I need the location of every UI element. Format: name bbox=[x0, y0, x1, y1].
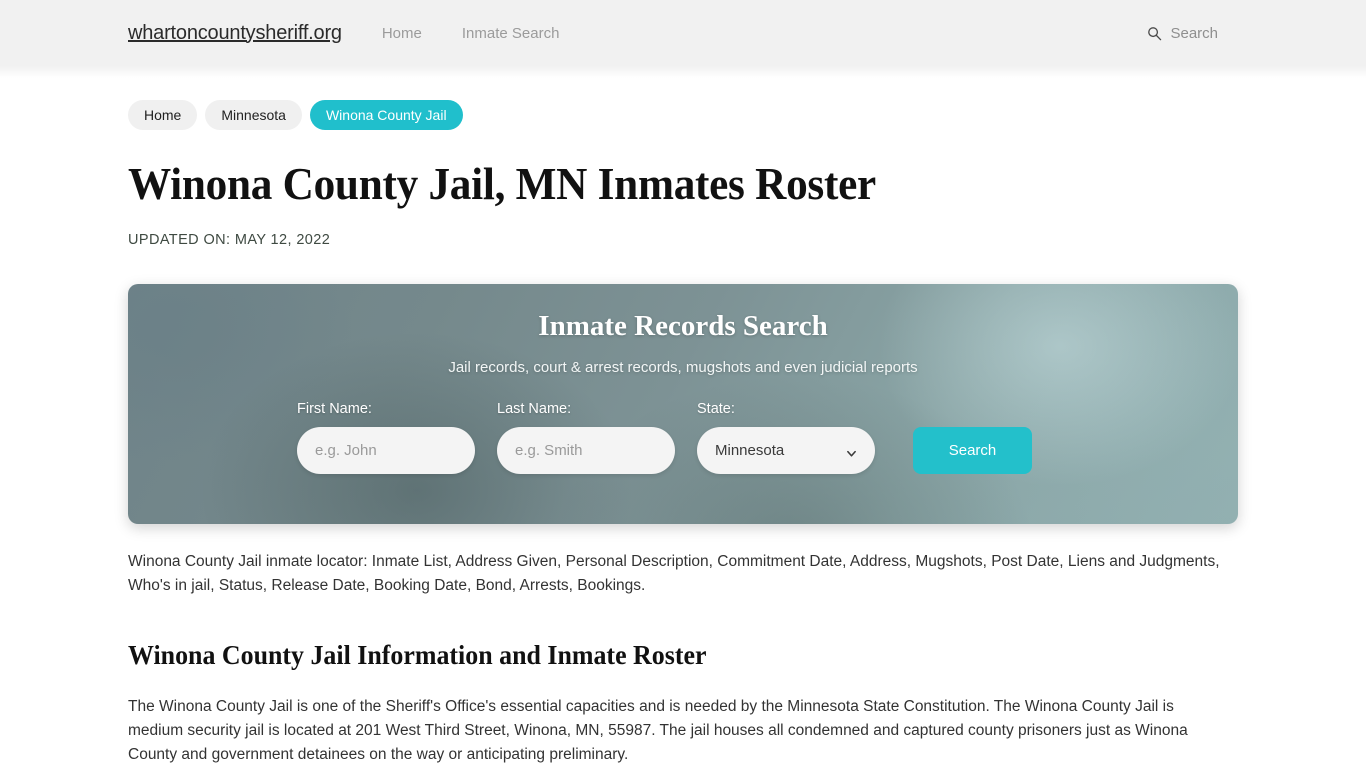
page-title: Winona County Jail, MN Inmates Roster bbox=[128, 158, 876, 209]
breadcrumb: Home Minnesota Winona County Jail bbox=[128, 66, 1238, 130]
breadcrumb-item-winona-county-jail[interactable]: Winona County Jail bbox=[309, 100, 463, 130]
header-search[interactable]: Search bbox=[1146, 25, 1238, 42]
site-header: whartoncountysheriff.org Home Inmate Sea… bbox=[0, 0, 1366, 78]
updated-on-label: UPDATED ON: MAY 12, 2022 bbox=[128, 231, 331, 248]
section-title-jail-information: Winona County Jail Information and Inmat… bbox=[128, 639, 707, 670]
state-select[interactable]: Minnesota bbox=[697, 426, 875, 474]
panel-subtitle: Jail records, court & arrest records, mu… bbox=[448, 358, 918, 376]
first-name-field-group: First Name: bbox=[297, 401, 475, 474]
inmate-search-form: First Name: Last Name: State: Minnesota bbox=[128, 376, 1238, 474]
state-field-group: State: Minnesota bbox=[697, 401, 875, 474]
state-label: State: bbox=[697, 400, 735, 417]
inmate-locator-text: Winona County Jail inmate locator: Inmat… bbox=[128, 552, 1220, 594]
first-name-input[interactable] bbox=[297, 426, 475, 474]
last-name-input[interactable] bbox=[497, 426, 675, 474]
primary-nav: Home Inmate Search bbox=[382, 25, 560, 42]
panel-title: Inmate Records Search bbox=[538, 309, 828, 342]
header-search-label: Search bbox=[1170, 24, 1218, 42]
first-name-label: First Name: bbox=[297, 400, 372, 417]
state-select-wrap: Minnesota bbox=[697, 426, 875, 474]
search-icon bbox=[1146, 25, 1162, 41]
last-name-label: Last Name: bbox=[497, 400, 572, 417]
search-submit-button[interactable]: Search bbox=[913, 426, 1032, 474]
last-name-field-group: Last Name: bbox=[497, 401, 675, 474]
breadcrumb-item-home[interactable]: Home bbox=[128, 100, 198, 130]
inmate-records-search-panel: Inmate Records Search Jail records, cour… bbox=[128, 283, 1238, 524]
breadcrumb-item-minnesota[interactable]: Minnesota bbox=[205, 100, 302, 130]
jail-information-body: The Winona County Jail is one of the She… bbox=[128, 697, 1188, 763]
nav-item-inmate-search[interactable]: Inmate Search bbox=[462, 25, 560, 42]
nav-item-home[interactable]: Home bbox=[382, 25, 422, 42]
page-content: Home Minnesota Winona County Jail Winona… bbox=[0, 66, 1366, 767]
site-brand[interactable]: whartoncountysheriff.org bbox=[128, 22, 342, 45]
